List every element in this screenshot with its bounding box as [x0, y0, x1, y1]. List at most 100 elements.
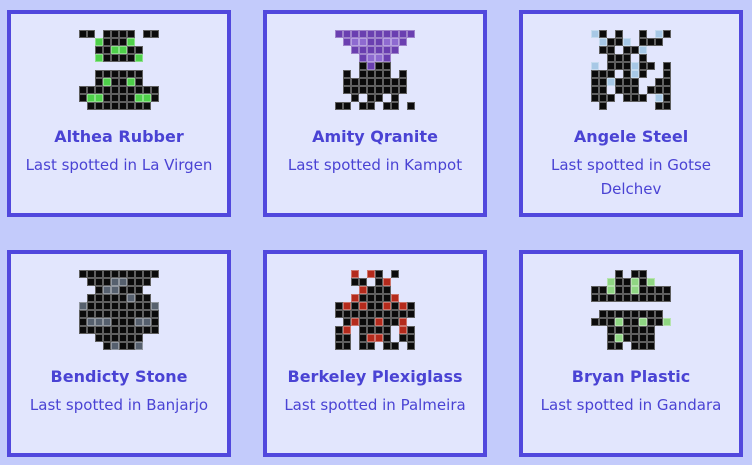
card-angele-steel[interactable]: Angele Steel Last spotted in Gotse Delch…	[519, 10, 743, 217]
location-name: Kampot	[404, 156, 463, 174]
sprite-pixel	[615, 270, 623, 278]
sprite-pixel	[111, 302, 119, 310]
sprite-pixel	[407, 286, 415, 294]
sprite-pixel	[351, 334, 359, 342]
sprite-pixel	[135, 302, 143, 310]
sprite-pixel	[95, 286, 103, 294]
sprite-pixel	[631, 302, 639, 310]
sprite-pixel	[399, 294, 407, 302]
sprite-pixel	[607, 38, 615, 46]
sprite-pixel	[103, 30, 111, 38]
sprite-pixel	[87, 318, 95, 326]
sprite-pixel	[359, 270, 367, 278]
sprite-pixel	[151, 278, 159, 286]
sprite-pixel	[647, 86, 655, 94]
card-bendicty-stone[interactable]: Bendicty Stone Last spotted in Banjarjo	[7, 250, 231, 457]
sprite-pixel	[87, 334, 95, 342]
sprite-pixel	[143, 278, 151, 286]
sprite-pixel	[391, 342, 399, 350]
sprite-pixel	[119, 38, 127, 46]
sprite-pixel	[599, 46, 607, 54]
card-berkeley-plexiglass[interactable]: Berkeley Plexiglass Last spotted in Palm…	[263, 250, 487, 457]
sprite-pixel	[143, 294, 151, 302]
sprite-pixel	[591, 70, 599, 78]
sprite-pixel	[127, 86, 135, 94]
sprite-pixel	[151, 78, 159, 86]
sprite-pixel	[375, 62, 383, 70]
sprite-pixel	[95, 302, 103, 310]
sprite-pixel	[335, 38, 343, 46]
sprite-pixel	[143, 94, 151, 102]
sprite-pixel	[95, 294, 103, 302]
sprite-pixel	[623, 326, 631, 334]
sprite-pixel	[359, 286, 367, 294]
sprite-pixel	[79, 46, 87, 54]
sprite-pixel	[615, 70, 623, 78]
sprite-pixel	[359, 94, 367, 102]
sprite-pixel	[599, 54, 607, 62]
sprite-pixel	[383, 302, 391, 310]
card-amity-qranite[interactable]: Amity Qranite Last spotted in Kampot	[263, 10, 487, 217]
sprite-pixel	[111, 86, 119, 94]
sprite-pixel	[87, 30, 95, 38]
sprite-pixel	[375, 294, 383, 302]
sprite-pixel	[111, 38, 119, 46]
sprite-pixel	[591, 78, 599, 86]
sprite-pixel	[343, 302, 351, 310]
card-location: Last spotted in Kampot	[277, 153, 473, 177]
sprite-pixel	[111, 286, 119, 294]
sprite-pixel	[639, 38, 647, 46]
sprite-pixel	[79, 38, 87, 46]
sprite-pixel	[647, 94, 655, 102]
sprite-pixel	[655, 334, 663, 342]
sprite-pixel	[399, 326, 407, 334]
sprite-pixel	[615, 30, 623, 38]
sprite-pixel	[367, 334, 375, 342]
sprite-pixel	[615, 102, 623, 110]
sprite-pixel	[591, 46, 599, 54]
sprite-pixel	[95, 278, 103, 286]
sprite-pixel	[631, 54, 639, 62]
sprite-pixel	[135, 286, 143, 294]
sprite-pixel	[87, 54, 95, 62]
card-bryan-plastic[interactable]: Bryan Plastic Last spotted in Gandara	[519, 250, 743, 457]
sprite-pixel	[103, 38, 111, 46]
sprite-pixel	[599, 310, 607, 318]
sprite-pixel	[359, 62, 367, 70]
sprite-pixel	[615, 302, 623, 310]
sprite-pixel	[151, 270, 159, 278]
sprite-pixel	[143, 326, 151, 334]
sprite-pixel	[79, 102, 87, 110]
sprite-pixel	[95, 38, 103, 46]
sprite-pixel	[103, 102, 111, 110]
sprite-pixel	[119, 342, 127, 350]
sprite-pixel	[399, 78, 407, 86]
sprite-pixel	[647, 302, 655, 310]
sprite-pixel	[407, 310, 415, 318]
sprite-pixel	[367, 54, 375, 62]
sprite-pixel	[135, 30, 143, 38]
sprite-pixel	[607, 62, 615, 70]
sprite-pixel	[391, 62, 399, 70]
sprite-pixel	[399, 30, 407, 38]
sprite-pixel	[615, 94, 623, 102]
sprite-pixel	[79, 54, 87, 62]
sprite-pixel	[127, 334, 135, 342]
sprite-pixel	[111, 102, 119, 110]
sprite-pixel	[127, 270, 135, 278]
sprite-pixel	[335, 310, 343, 318]
sprite-pixel	[359, 294, 367, 302]
sprite-pixel	[375, 102, 383, 110]
sprite-pixel	[119, 326, 127, 334]
sprite-pixel	[647, 46, 655, 54]
sprite-pixel	[343, 334, 351, 342]
sprite-pixel	[343, 318, 351, 326]
sprite-pixel	[663, 310, 671, 318]
sprite-pixel	[351, 326, 359, 334]
sprite-pixel	[407, 70, 415, 78]
sprite-pixel	[647, 62, 655, 70]
location-prefix: Last spotted in	[287, 156, 400, 174]
sprite-pixel	[119, 70, 127, 78]
card-althea-rubber[interactable]: Althea Rubber Last spotted in La Virgen	[7, 10, 231, 217]
sprite-pixel	[119, 286, 127, 294]
